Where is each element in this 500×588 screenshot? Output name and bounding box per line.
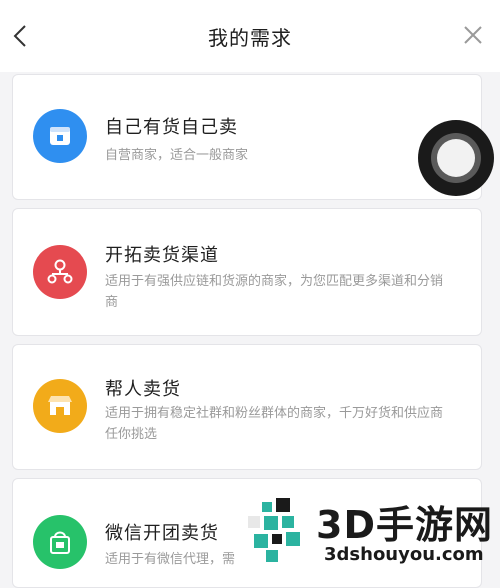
option-title: 微信开团卖货 <box>105 523 219 544</box>
shop-icon <box>33 379 87 433</box>
page-title: 我的需求 <box>208 26 292 50</box>
option-card-self-sell[interactable]: 自己有货自己卖 自营商家，适合一般商家 <box>12 74 482 200</box>
network-icon <box>33 245 87 299</box>
watermark-title: 3D手游网 <box>316 503 493 547</box>
floating-assistive-button[interactable] <box>418 120 494 196</box>
option-description: 适用于有强供应链和货源的商家，为您匹配更多渠道和分销商 <box>105 274 444 310</box>
store-icon <box>33 109 87 163</box>
option-title: 自己有货自己卖 <box>105 117 238 138</box>
floating-button-core <box>437 139 475 177</box>
watermark-url: 3dshouyou.com <box>324 544 484 565</box>
option-title: 帮人卖货 <box>105 379 181 400</box>
option-description: 适用于拥有稳定社群和粉丝群体的商家，千万好货和供应商任你挑选 <box>105 406 444 442</box>
watermark-logo-icon <box>248 498 300 562</box>
floating-button-ring <box>431 133 481 183</box>
top-bar: 我的需求 <box>0 0 500 72</box>
option-description: 自营商家，适合一般商家 <box>105 148 249 163</box>
option-card-expand-channels[interactable]: 开拓卖货渠道 适用于有强供应链和货源的商家，为您匹配更多渠道和分销商 <box>12 208 482 336</box>
close-icon[interactable] <box>460 22 486 48</box>
option-card-help-sell[interactable]: 帮人卖货 适用于拥有稳定社群和粉丝群体的商家，千万好货和供应商任你挑选 <box>12 344 482 470</box>
bag-icon <box>33 515 87 569</box>
watermark: 3D手游网 3dshouyou.com <box>242 494 500 569</box>
option-title: 开拓卖货渠道 <box>105 245 219 266</box>
